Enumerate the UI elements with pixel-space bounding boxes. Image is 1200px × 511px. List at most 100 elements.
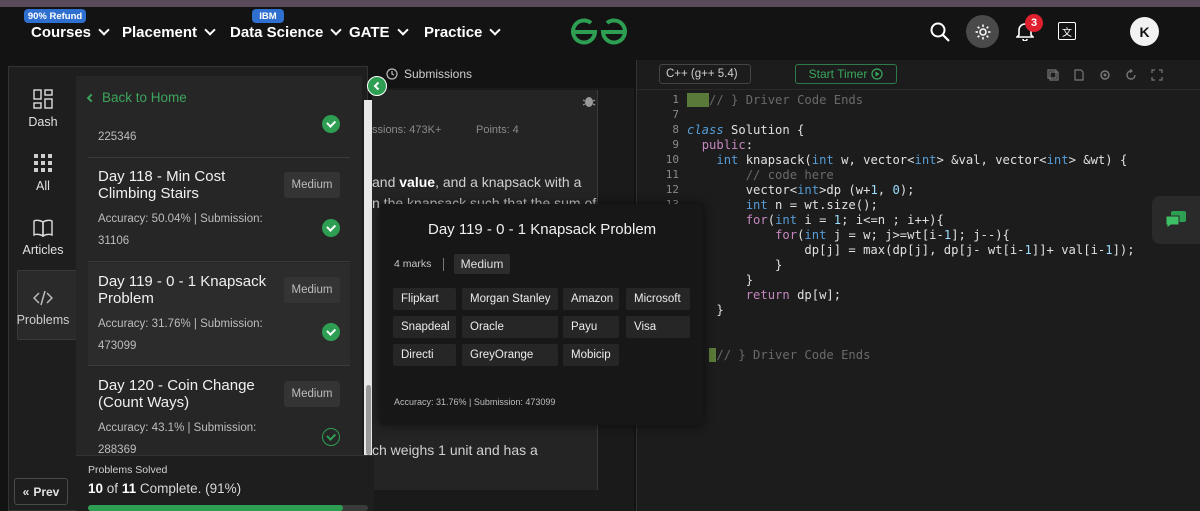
top-navbar: 90% Refund Courses Placement IBM Data Sc… — [0, 0, 1200, 62]
problem-list-panel: Back to Home 225346 Day 118 - Min Cost C… — [76, 76, 362, 456]
company-tag[interactable]: Visa — [626, 316, 690, 338]
company-tag[interactable]: Snapdeal — [393, 316, 456, 338]
unsolved-check-icon — [322, 428, 340, 446]
language-select[interactable]: C++ (g++ 5.4) — [659, 64, 751, 84]
chevron-down-icon — [489, 23, 502, 36]
reset-icon[interactable] — [1125, 68, 1137, 80]
problem-meta: Accuracy: 43.1% | Submission: 288369 — [98, 422, 257, 456]
company-tag[interactable]: Flipkart — [393, 288, 456, 310]
popup-difficulty-badge: Medium — [454, 254, 510, 274]
progress-bar — [88, 505, 368, 511]
language-select-value: C++ (g++ 5.4) — [666, 68, 738, 80]
solved-check-icon — [322, 115, 340, 133]
upload-icon[interactable] — [1073, 68, 1085, 81]
statement-text: and — [372, 174, 400, 190]
code-line[interactable]: vector<int>dp (w+1, 0); — [687, 183, 915, 197]
popup-marks: 4 marks — [394, 258, 432, 270]
book-icon — [33, 219, 53, 237]
code-line[interactable]: int n = wt.size(); — [687, 198, 878, 212]
code-line[interactable]: class Solution { — [687, 123, 804, 137]
grid-icon — [34, 154, 52, 172]
popup-divider — [443, 258, 444, 271]
company-tag[interactable]: Morgan Stanley — [462, 288, 558, 310]
rail-item-problems[interactable]: Problems — [9, 289, 77, 327]
back-to-home-link[interactable]: Back to Home — [86, 90, 187, 105]
rail-item-label: All — [36, 179, 50, 193]
code-line[interactable]: // code here — [687, 168, 834, 182]
company-tag[interactable]: Oracle — [462, 316, 558, 338]
line-number: 11 — [665, 168, 679, 181]
play-circle-icon — [871, 68, 883, 80]
points-value: Points: 4 — [476, 124, 519, 136]
problem-card[interactable]: Day 118 - Min Cost Climbing Stairs Mediu… — [88, 158, 350, 262]
code-line[interactable]: dp[j] = max(dp[j], dp[j- wt[i-1]]+ val[i… — [687, 243, 1134, 257]
editor-toolbar: C++ (g++ 5.4) Start Timer — [637, 60, 1200, 90]
gfg-logo-icon[interactable] — [568, 16, 630, 48]
search-icon[interactable] — [929, 21, 951, 43]
gear-icon[interactable] — [1099, 68, 1111, 80]
double-chevron-left-icon: « — [22, 484, 30, 499]
line-number: 9 — [672, 138, 679, 151]
code-line[interactable]: // } Driver Code Ends — [687, 348, 870, 362]
problem-title: Day 119 - 0 - 1 Knapsack Problem — [98, 273, 267, 307]
company-tag[interactable]: Mobicip — [563, 344, 619, 366]
progress-text: 10 of 11 Complete. (91%) — [88, 481, 241, 496]
code-line[interactable]: public: — [687, 138, 753, 152]
problem-preview-popup: Day 119 - 0 - 1 Knapsack Problem 4 marks… — [380, 204, 703, 425]
user-avatar[interactable]: K — [1130, 17, 1159, 46]
tab-submissions[interactable]: Submissions — [386, 67, 472, 81]
code-line[interactable]: // } Driver Code Ends — [687, 93, 863, 107]
nav-practice-label: Practice — [424, 23, 483, 41]
translate-icon[interactable]: 文 — [1058, 22, 1076, 40]
chevron-left-icon — [373, 81, 380, 91]
code-line[interactable]: for(int i = 1; i<=n ; i++){ — [687, 213, 944, 227]
company-tag[interactable]: Amazon — [563, 288, 619, 310]
code-line[interactable]: return dp[w]; — [687, 288, 841, 302]
line-number: 10 — [665, 153, 679, 166]
line-number: 12 — [665, 183, 679, 196]
difficulty-badge: Medium — [284, 381, 340, 407]
problem-card[interactable]: 225346 — [88, 106, 350, 158]
nav-practice[interactable]: Practice — [424, 22, 502, 42]
chat-icon — [1165, 211, 1186, 229]
line-number: 8 — [672, 123, 679, 136]
data-science-badge: IBM — [252, 9, 284, 23]
problem-meta: 225346 — [98, 131, 137, 143]
difficulty-badge: Medium — [284, 277, 340, 303]
company-tag[interactable]: Payu — [563, 316, 619, 338]
collapse-panel-button[interactable] — [367, 76, 387, 96]
line-number: 7 — [672, 108, 679, 121]
rail-item-articles[interactable]: Articles — [9, 219, 77, 257]
rail-item-label: Dash — [28, 115, 58, 129]
progress-solved: 10 — [88, 481, 104, 496]
rail-item-dash[interactable]: Dash — [9, 89, 77, 129]
nav-courses[interactable]: Courses — [31, 22, 110, 42]
bug-report-icon[interactable] — [582, 94, 596, 113]
nav-gate[interactable]: GATE — [349, 22, 409, 42]
problem-card[interactable]: Day 120 - Coin Change (Count Ways) Mediu… — [88, 367, 350, 456]
chat-button[interactable] — [1152, 196, 1200, 244]
prev-button[interactable]: «Prev — [14, 478, 68, 505]
code-line[interactable]: int knapsack(int w, vector<int> &val, ve… — [687, 153, 1127, 167]
progress-of: of — [106, 481, 119, 496]
progress-bar-fill — [88, 505, 343, 511]
list-scrollbar-thumb[interactable] — [366, 385, 371, 455]
line-number: 1 — [672, 93, 679, 106]
fullscreen-icon[interactable] — [1151, 68, 1163, 81]
popup-title: Day 119 - 0 - 1 Knapsack Problem — [428, 221, 657, 238]
copy-icon[interactable] — [1047, 68, 1059, 81]
nav-placement[interactable]: Placement — [122, 22, 216, 42]
problem-card-active[interactable]: Day 119 - 0 - 1 Knapsack Problem Medium … — [88, 263, 350, 366]
code-editor-panel: C++ (g++ 5.4) Start Timer 17891011121314… — [636, 60, 1200, 511]
theme-toggle-icon[interactable] — [966, 15, 999, 48]
tab-submissions-label: Submissions — [404, 67, 473, 81]
nav-data-science[interactable]: Data Science — [230, 22, 343, 42]
progress-suffix: Complete. (91%) — [139, 481, 242, 496]
company-tag[interactable]: GreyOrange — [462, 344, 558, 366]
rail-item-all[interactable]: All — [9, 153, 77, 193]
company-tag[interactable]: Microsoft — [626, 288, 690, 310]
code-line[interactable]: for(int j = w; j>=wt[i-1]; j--){ — [687, 228, 1010, 242]
company-tag[interactable]: Directi — [393, 344, 456, 366]
progress-total: 11 — [121, 481, 137, 496]
start-timer-button[interactable]: Start Timer — [795, 64, 897, 84]
